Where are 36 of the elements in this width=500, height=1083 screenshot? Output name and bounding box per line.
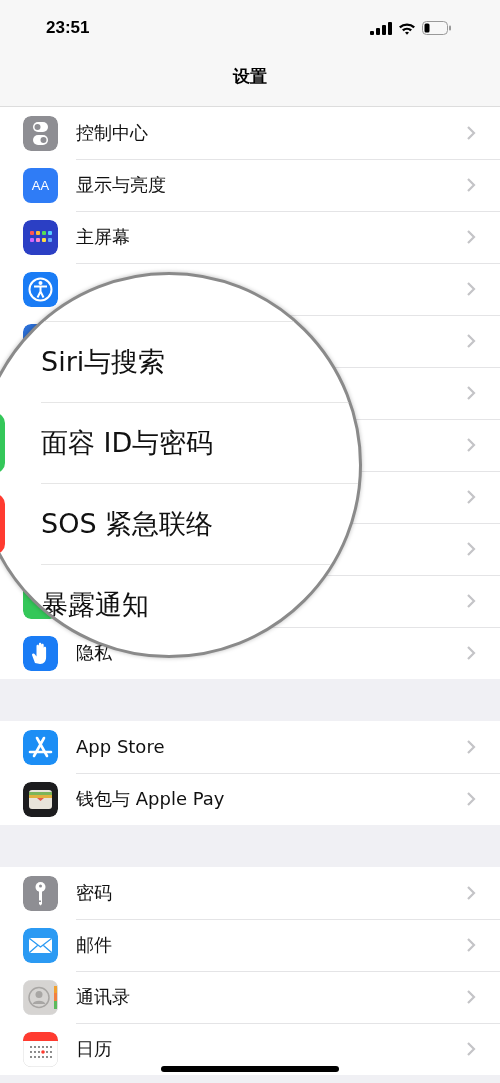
settings-item[interactable]: App Store (76, 736, 165, 757)
signal-icon (370, 21, 392, 35)
chevron-icon (466, 988, 476, 1005)
chevron-icon (466, 1041, 476, 1057)
magnified-item: Siri与搜索 (41, 345, 166, 379)
magnified-item: SOS 紧急联络 (41, 507, 214, 541)
settings-item[interactable]: 通讯录 (76, 984, 130, 1009)
settings-item[interactable]: 密码 (76, 880, 112, 905)
chevron-icon (466, 384, 476, 401)
chevron-icon (466, 332, 476, 349)
settings-item[interactable]: 日历 (76, 1037, 112, 1061)
display-icon: AA (23, 167, 58, 203)
settings-item[interactable]: 邮件 (76, 932, 112, 957)
chevron-icon (466, 645, 476, 661)
chevron-icon (466, 592, 476, 609)
wifi-icon (398, 21, 416, 35)
chevron-icon (466, 791, 476, 807)
nav-title: 设置 (233, 65, 267, 88)
chevron-icon (466, 280, 476, 297)
magnified-item: 面容 ID与密码 (41, 426, 214, 460)
chevron-icon (466, 884, 476, 901)
chevron-icon (466, 228, 476, 245)
status-time: 23:51 (46, 18, 90, 38)
chevron-icon (466, 540, 476, 557)
battery-icon (422, 21, 452, 35)
settings-item[interactable]: 显示与亮度 (76, 172, 166, 197)
chevron-icon (466, 738, 476, 755)
chevron-icon (466, 176, 476, 193)
settings-item[interactable]: 控制中心 (76, 120, 148, 145)
chevron-icon (466, 936, 476, 953)
chevron-icon (466, 436, 476, 453)
calendar-icon (23, 1031, 58, 1067)
settings-item[interactable]: 主屏幕 (76, 224, 130, 249)
chevron-icon (466, 488, 476, 505)
settings-item[interactable]: 钱包与 Apple Pay (76, 787, 225, 811)
chevron-icon (466, 124, 476, 141)
